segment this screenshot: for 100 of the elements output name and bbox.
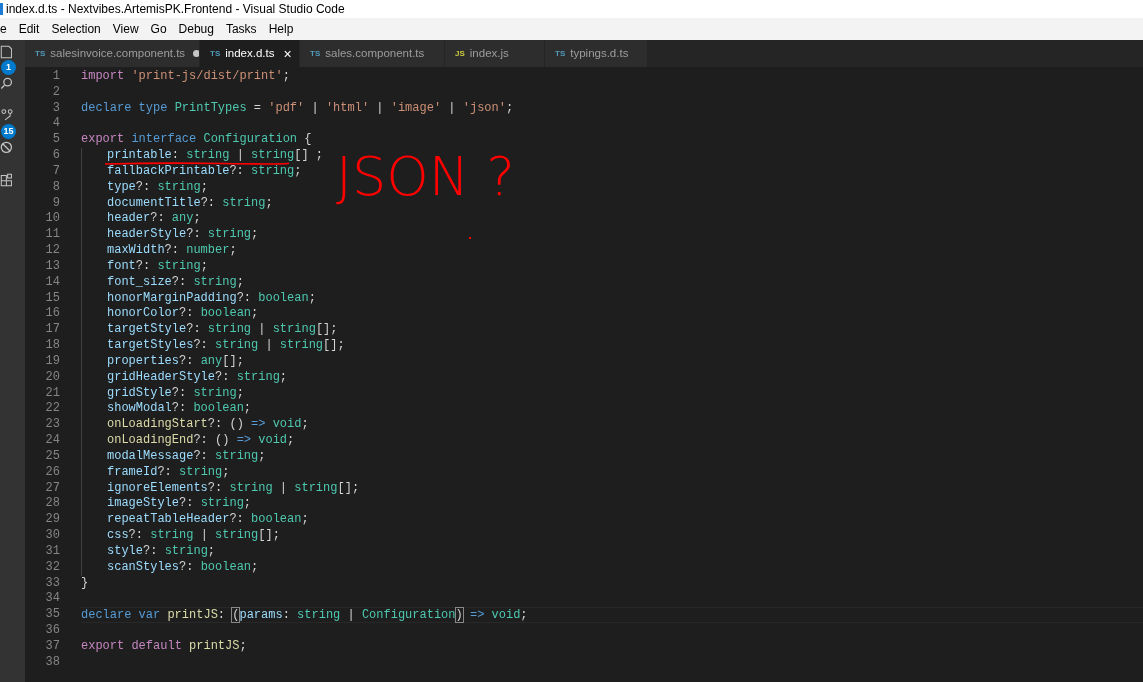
line-number: 36 — [44, 623, 60, 639]
line-number: 15 — [44, 290, 60, 307]
line-number: 34 — [44, 591, 60, 608]
menu-item[interactable]: Go — [150, 20, 167, 38]
menu-item[interactable]: e — [0, 20, 7, 38]
search-icon[interactable] — [0, 77, 14, 91]
line-number: 30 — [44, 528, 60, 544]
line-number: 38 — [44, 654, 60, 671]
editor-tab[interactable]: TS index.d.ts × — [200, 40, 300, 67]
line-number: 24 — [44, 433, 60, 449]
branch-icon[interactable] — [0, 109, 14, 123]
editor-tab[interactable]: TS salesinvoice.component.ts — [25, 40, 200, 67]
menu-item[interactable]: View — [112, 20, 139, 38]
code-line: onLoadingEnd?: () => void; — [107, 434, 295, 448]
file-type-icon: TS — [210, 47, 221, 60]
line-number: 16 — [44, 306, 60, 323]
line-number: 35 — [44, 607, 60, 623]
line-number: 1 — [51, 69, 60, 85]
line-number: 25 — [44, 448, 60, 465]
menu-item[interactable]: Help — [268, 20, 294, 38]
code-line: export interface Configuration { — [81, 133, 312, 147]
handwritten-note: JSON ? — [336, 146, 516, 208]
code-line: ignoreElements?: string | string[]; — [107, 481, 360, 495]
code-line: imageStyle?: string; — [107, 497, 252, 511]
line-number: 17 — [44, 322, 60, 339]
line-number: 32 — [44, 559, 60, 576]
line-number: 33 — [44, 575, 60, 592]
code-line: showModal?: boolean; — [107, 402, 252, 416]
line-number: 28 — [44, 496, 60, 513]
line-number: 22 — [44, 401, 60, 418]
line-number: 6 — [51, 148, 60, 164]
menu-item[interactable]: Edit — [18, 20, 40, 38]
code-line: font_size?: string; — [107, 275, 244, 289]
line-number: 10 — [44, 211, 60, 228]
code-line: type?: string; — [107, 180, 208, 194]
code-line: declare var printJS: (params: string | Configuration) => void; — [81, 609, 528, 623]
line-number: 19 — [44, 353, 60, 370]
close-button[interactable]: × — [283, 46, 292, 61]
code-line: gridStyle?: string; — [107, 386, 244, 400]
menu-item[interactable]: Debug — [178, 20, 214, 38]
code-line: css?: string | string[]; — [107, 529, 280, 542]
menu-item[interactable]: Selection — [51, 20, 101, 38]
line-number: 14 — [44, 274, 60, 291]
line-number: 23 — [44, 417, 60, 434]
code-line: scanStyles?: boolean; — [107, 560, 259, 574]
code-line: printable: string | string[] ; — [107, 149, 324, 163]
menu-item[interactable]: Tasks — [225, 20, 257, 38]
code-line: font?: string; — [107, 259, 208, 273]
line-number: 12 — [44, 243, 60, 259]
code-line: header?: any; — [107, 212, 201, 226]
window-title: index.d.ts - Nextvibes.ArtemisPK.Frontend - Visual Studio Code — [6, 1, 345, 18]
file-type-icon: JS — [455, 47, 465, 60]
tab-label: sales.component.ts — [325, 45, 425, 61]
code-line: declare type PrintTypes = 'pdf' | 'html' | 'image' | 'json'; — [81, 101, 514, 115]
code-line: maxWidth?: number; — [107, 244, 237, 258]
file-type-icon: TS — [35, 47, 46, 60]
line-number: 9 — [51, 195, 60, 212]
file-type-icon: TS — [310, 47, 321, 60]
tab-label: index.d.ts — [225, 45, 275, 61]
code-line: style?: string; — [107, 544, 216, 558]
line-number: 27 — [44, 480, 60, 497]
editor-tab[interactable]: TS sales.component.ts — [300, 40, 445, 67]
blocks-icon[interactable] — [0, 173, 14, 187]
editor-tab[interactable]: JS index.js — [445, 40, 545, 67]
line-number: 7 — [51, 163, 60, 180]
code-line: documentTitle?: string; — [107, 196, 273, 210]
line-number: 4 — [51, 116, 60, 133]
code-line: honorColor?: boolean; — [107, 307, 259, 321]
code-line: import 'print-js/dist/print'; — [81, 70, 290, 83]
line-number: 13 — [44, 258, 60, 275]
line-number: 2 — [51, 84, 60, 101]
line-number: 31 — [44, 543, 60, 560]
code-line: headerStyle?: string; — [107, 228, 259, 242]
line-number: 21 — [44, 385, 60, 402]
count-badge: 15 — [1, 124, 16, 139]
line-number: 20 — [44, 369, 60, 386]
code-line: } — [81, 576, 89, 590]
editor-tab[interactable]: TS typings.d.ts — [545, 40, 648, 67]
code-line: frameId?: string; — [107, 465, 230, 479]
files-icon[interactable] — [0, 45, 14, 59]
tab-label: index.js — [469, 45, 509, 61]
code-line: gridHeaderStyle?: string; — [107, 370, 288, 384]
code-line: repeatTableHeader?: boolean; — [107, 513, 309, 527]
line-number: 3 — [51, 100, 60, 117]
code-line: fallbackPrintable?: string; — [107, 164, 302, 178]
code-line: honorMarginPadding?: boolean; — [107, 291, 316, 305]
code-line: targetStyles?: string | string[]; — [107, 339, 345, 353]
line-number: 26 — [44, 464, 60, 481]
code-line: onLoadingStart?: () => void; — [107, 418, 309, 432]
app-icon — [0, 3, 3, 15]
tab-label: salesinvoice.component.ts — [50, 45, 186, 61]
file-type-icon: TS — [555, 47, 566, 60]
line-number: 29 — [44, 512, 60, 528]
code-line: targetStyle?: string | string[]; — [107, 323, 338, 337]
tab-label: typings.d.ts — [570, 45, 629, 61]
line-number: 5 — [51, 132, 60, 149]
line-number: 18 — [44, 338, 60, 354]
line-number: 11 — [44, 227, 60, 244]
line-number: 37 — [44, 638, 60, 655]
code-line: modalMessage?: string; — [107, 449, 266, 463]
